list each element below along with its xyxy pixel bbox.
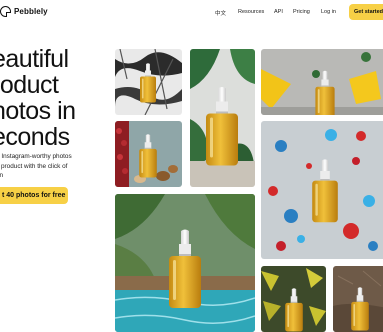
subtitle-line: e Instagram-worthy photos <box>0 153 72 160</box>
photo-bottle-yellow-leaves <box>261 266 326 332</box>
headline-line: hotos in <box>0 97 76 125</box>
get-started-button[interactable]: Get started <box>349 4 383 20</box>
nav-link-api[interactable]: API <box>274 9 283 15</box>
hero-subtitle: e Instagram-worthy photos y product with… <box>0 152 86 181</box>
top-nav: Pebblely 中文 Resources API Pricing Log in… <box>0 0 383 26</box>
hero-headline: eautiful roduct hotos in econds <box>0 46 97 150</box>
headline-line: roduct <box>0 71 59 99</box>
photo-bottle-tropical <box>190 49 255 187</box>
photo-bottle-splash <box>261 121 383 259</box>
photo-bottle-berries <box>115 121 182 187</box>
hero: eautiful roduct hotos in econds <box>0 46 97 150</box>
subtitle-line: on <box>0 172 4 179</box>
headline-line: econds <box>0 123 70 151</box>
subtitle-line: y product with the click of <box>0 162 68 170</box>
photo-bottle-stone <box>333 266 383 332</box>
nav-links: 中文 Resources API Pricing Log in <box>0 9 383 19</box>
headline-line: eautiful <box>0 45 69 73</box>
photo-bottle-yellow-flowers <box>261 49 383 115</box>
nav-link-chinese[interactable]: 中文 <box>215 9 226 17</box>
nav-link-resources[interactable]: Resources <box>238 9 264 15</box>
free-photos-button[interactable]: t 40 photos for free <box>0 187 68 204</box>
photo-bottle-marble <box>115 49 182 115</box>
nav-link-pricing[interactable]: Pricing <box>293 9 310 15</box>
nav-link-login[interactable]: Log in <box>321 9 336 15</box>
photo-bottle-pool <box>115 194 255 332</box>
